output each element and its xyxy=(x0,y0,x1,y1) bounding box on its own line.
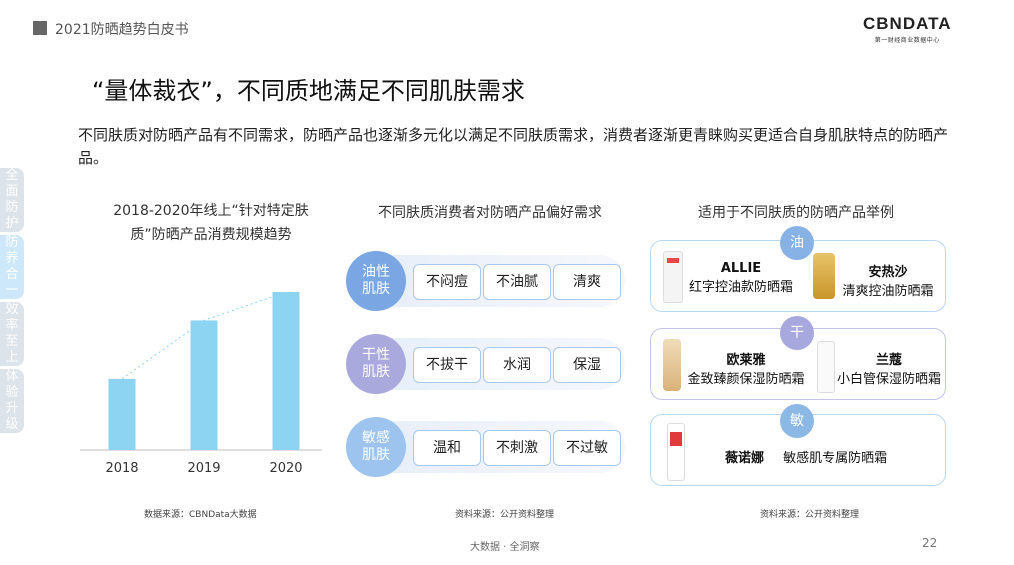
product-name: 金致臻颜保湿防晒霜 xyxy=(687,372,805,387)
skin-label: 干性 肌肤 xyxy=(362,347,390,380)
x-tick-label: 2019 xyxy=(187,461,220,476)
product-brand: 兰蔻 xyxy=(875,353,902,368)
examples-source: 资料来源：公开资料整理 xyxy=(760,510,860,520)
skin-label: 油性 肌肤 xyxy=(362,264,390,297)
skin-label: 敏感 肌肤 xyxy=(362,430,390,463)
pref-item: 不过敏 xyxy=(553,430,621,466)
bar-2020 xyxy=(272,292,300,450)
pref-item: 不油腻 xyxy=(483,264,551,300)
side-tab-care-protection[interactable]: 防养合一 xyxy=(0,235,24,299)
side-tab-label: 体验升级 xyxy=(5,369,19,432)
product-name: 小白管保湿防晒霜 xyxy=(837,372,942,387)
skin-circle-sensitive: 敏感 肌肤 xyxy=(346,417,406,477)
intro-paragraph: 不同肤质对防晒产品有不同需求，防晒产品也逐渐多元化以满足不同肤质需求，消费者逐渐… xyxy=(78,126,949,167)
product-brand: ALLIE xyxy=(720,261,762,276)
logo-text: CBNDATA xyxy=(863,14,952,33)
allie-bottle-image xyxy=(663,251,683,303)
product-name: 清爽控油防晒霜 xyxy=(842,284,934,299)
product-name: 敏感肌专属防晒霜 xyxy=(783,451,888,466)
product-sensitive-1: 薇诺娜 敏感肌专属防晒霜 xyxy=(699,447,939,466)
pref-item: 不闷痘 xyxy=(413,264,481,300)
winona-bottle-image xyxy=(667,423,685,481)
examples-title: 适用于不同肤质的防晒产品举例 xyxy=(698,205,894,221)
x-tick-label: 2020 xyxy=(269,461,302,476)
chart-source: 数据来源：CBNData大数据 xyxy=(144,510,257,520)
header-square-icon xyxy=(33,21,47,35)
loreal-bottle-image xyxy=(663,339,681,391)
page-number: 22 xyxy=(922,536,938,550)
side-tab-label: 效率至上 xyxy=(5,302,19,365)
logo-subtitle: 第一财经商业数据中心 xyxy=(874,37,940,44)
bar-2019 xyxy=(190,320,218,450)
side-tab-experience[interactable]: 体验升级 xyxy=(0,369,24,433)
side-tab-full-protection[interactable]: 全面防护 xyxy=(0,168,24,232)
pref-item: 保湿 xyxy=(553,347,621,383)
product-dry-2: 兰蔻 小白管保湿防晒霜 xyxy=(837,349,941,387)
tag-oily: 油 xyxy=(780,226,814,260)
chart-title: 2018-2020年线上“针对特定肤质”防晒产品消费规模趋势 xyxy=(113,203,309,243)
pref-item: 不拔干 xyxy=(413,347,481,383)
product-brand: 欧莱雅 xyxy=(726,353,766,368)
anessa-bottle-image xyxy=(813,253,835,299)
report-title: 2021防晒趋势白皮书 xyxy=(55,22,189,38)
pref-item: 水润 xyxy=(483,347,551,383)
x-tick-label: 2018 xyxy=(105,461,138,476)
pref-item: 不刺激 xyxy=(483,430,551,466)
preferences-source: 资料来源：公开资料整理 xyxy=(455,510,555,520)
side-tab-efficiency[interactable]: 效率至上 xyxy=(0,302,24,366)
lancome-bottle-image xyxy=(817,341,835,393)
footer-slogan: 大数据 · 全洞察 xyxy=(470,542,540,553)
tag-dry: 干 xyxy=(780,316,814,350)
preferences-title: 不同肤质消费者对防晒产品偏好需求 xyxy=(378,205,602,221)
side-tab-label: 全面防护 xyxy=(5,168,19,231)
product-oily-1: ALLIE 红字控油款防晒霜 xyxy=(681,261,801,295)
bar-2018 xyxy=(108,378,136,450)
product-dry-1: 欧莱雅 金致臻颜保湿防晒霜 xyxy=(683,349,809,387)
tag-sensitive: 敏 xyxy=(780,404,814,438)
pref-item: 温和 xyxy=(413,430,481,466)
product-name: 红字控油款防晒霜 xyxy=(688,280,793,295)
pref-item: 清爽 xyxy=(553,264,621,300)
product-oily-2: 安热沙 清爽控油防晒霜 xyxy=(837,261,939,299)
skin-circle-oily: 油性 肌肤 xyxy=(346,251,406,311)
side-tab-label: 防养合一 xyxy=(5,235,19,298)
product-brand: 薇诺娜 xyxy=(725,451,765,466)
page-headline: “量体裁衣”，不同质地满足不同肌肤需求 xyxy=(92,77,525,105)
skin-circle-dry: 干性 肌肤 xyxy=(346,334,406,394)
cbndata-logo: CBNDATA 第一财经商业数据中心 xyxy=(863,14,952,44)
bar-chart: 2018 2019 2020 xyxy=(80,291,322,476)
product-brand: 安热沙 xyxy=(868,265,908,280)
